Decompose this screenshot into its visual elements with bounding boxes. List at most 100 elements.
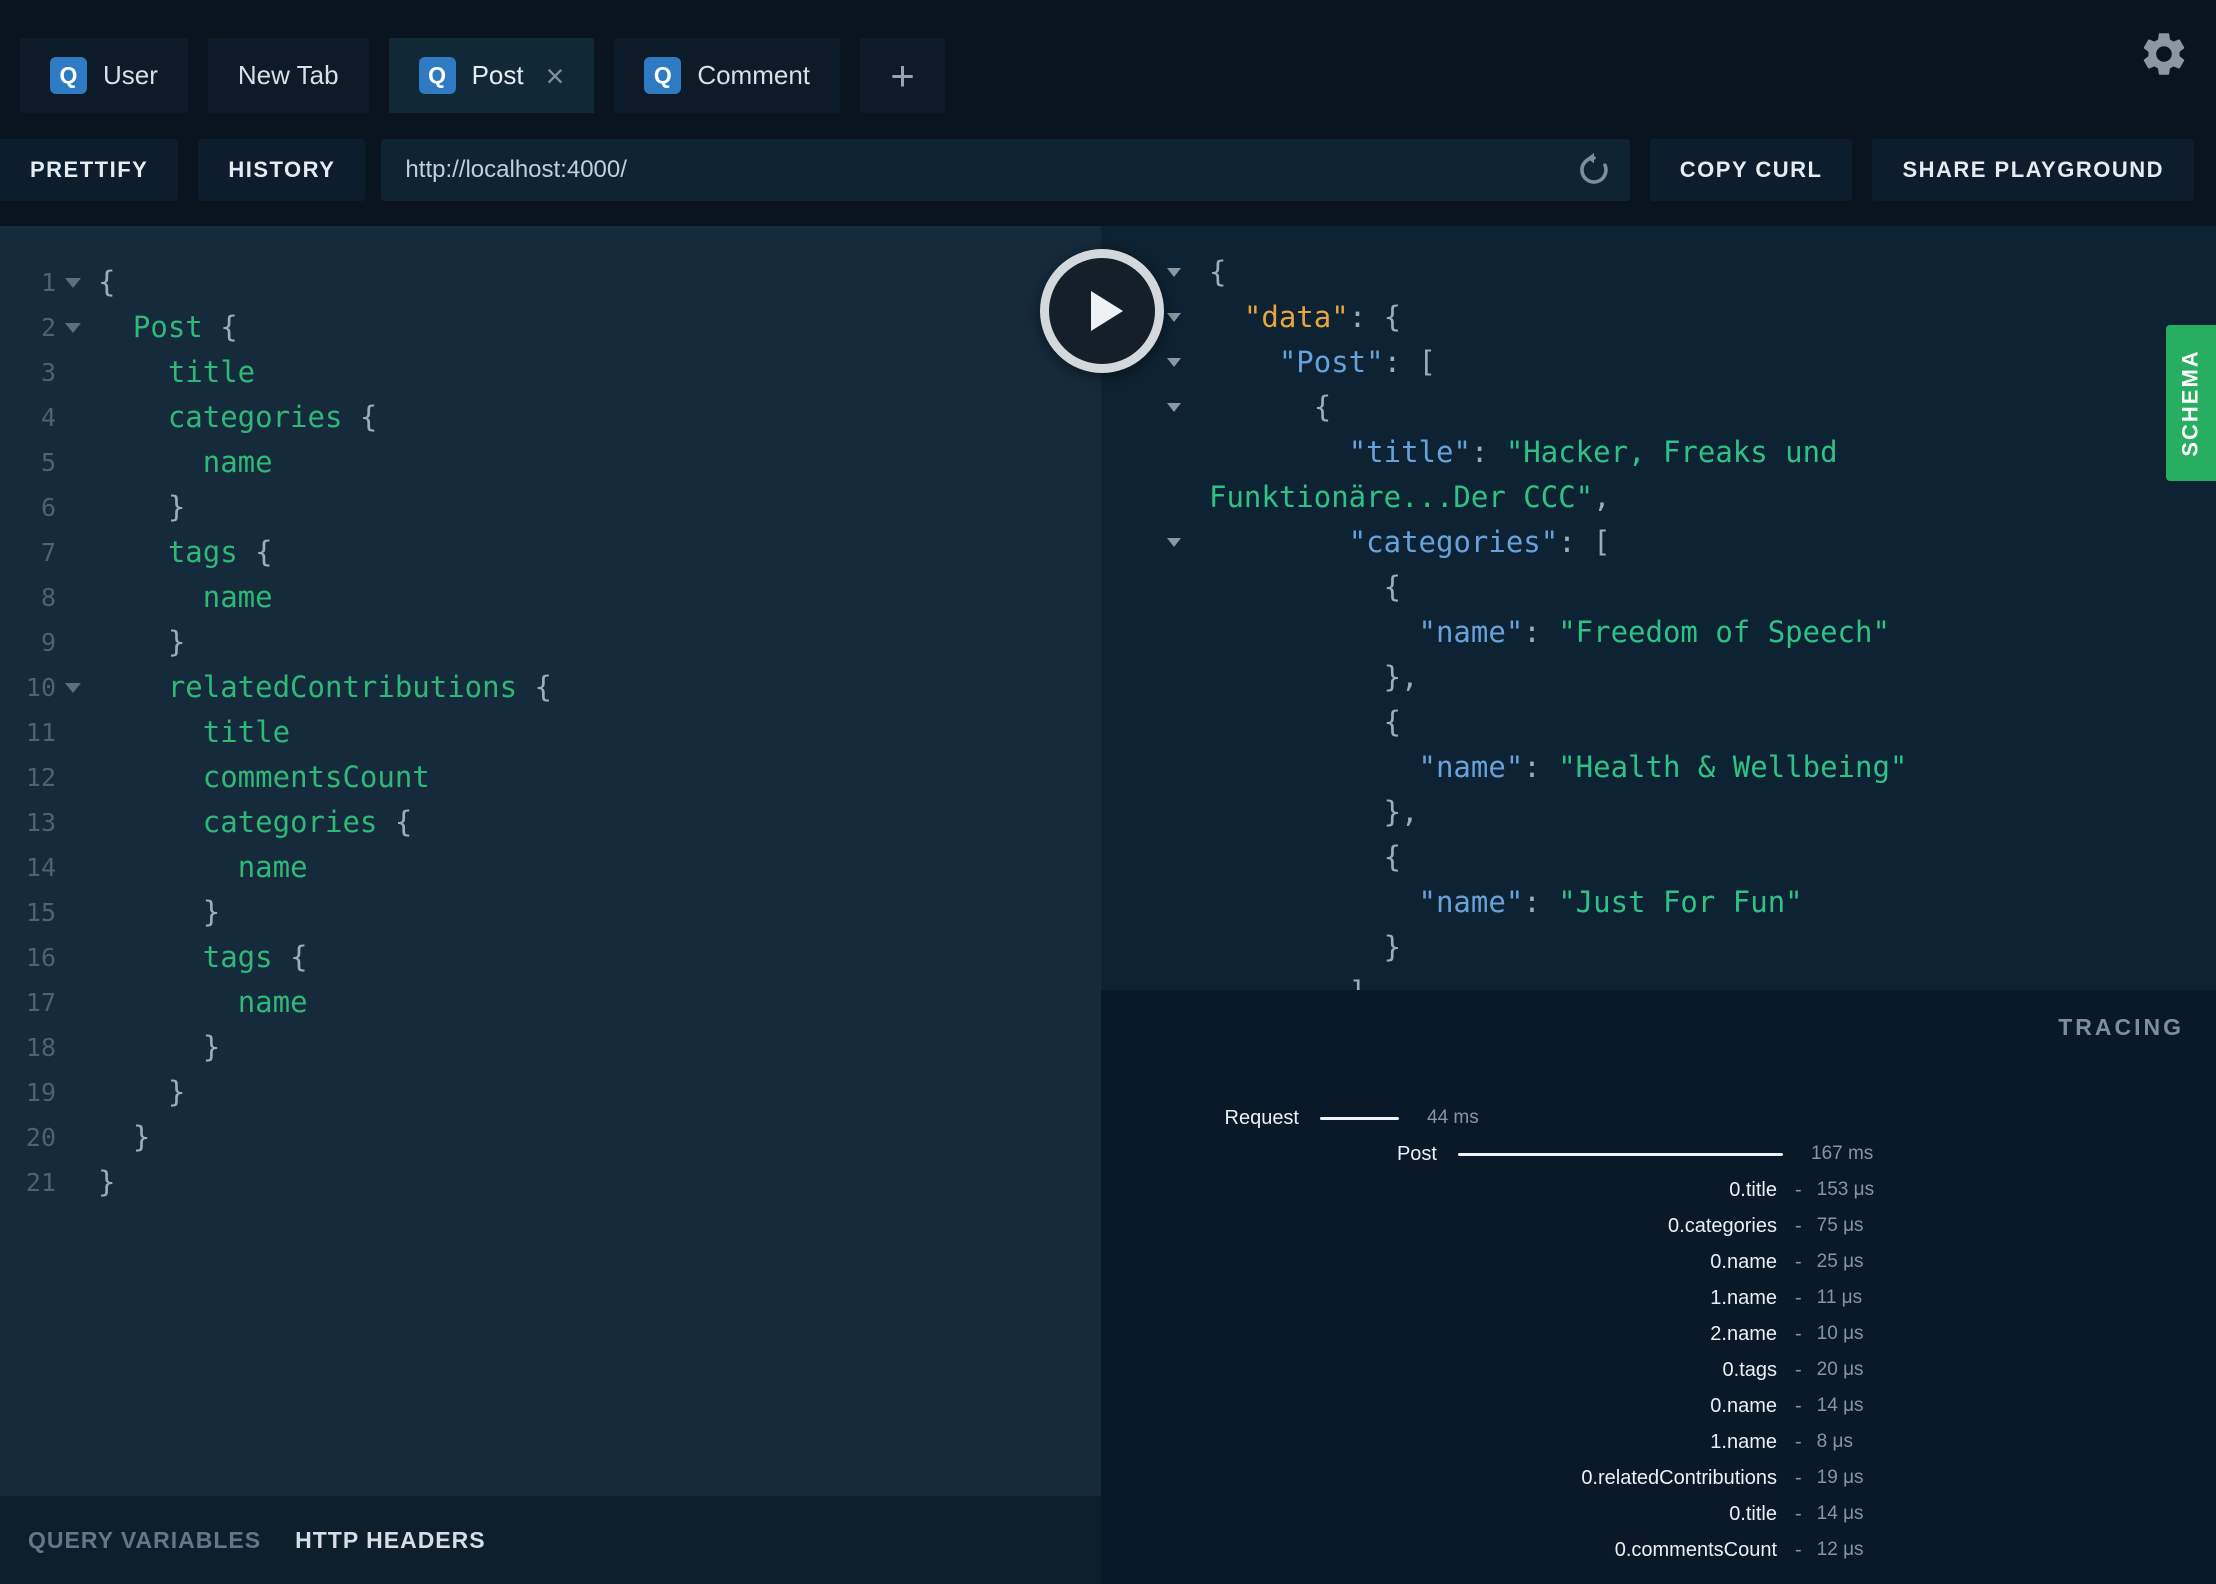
- toolbar: PRETTIFY HISTORY COPY CURL SHARE PLAYGRO…: [0, 113, 2216, 226]
- tracing-duration-value: 14 μs: [1816, 1503, 1864, 1524]
- query-line: 6 }: [0, 485, 1101, 530]
- token: "Health & Wellbeing": [1558, 750, 1908, 784]
- history-button[interactable]: HISTORY: [198, 138, 366, 201]
- line-number: 8: [40, 583, 56, 612]
- fold-arrow-icon[interactable]: [1101, 538, 1197, 547]
- fold-arrow-icon[interactable]: [56, 322, 90, 333]
- query-line: 8 name: [0, 575, 1101, 620]
- token: : [: [1383, 345, 1436, 379]
- token: tags: [167, 535, 238, 569]
- code-text: }: [90, 620, 185, 665]
- token: {: [377, 805, 413, 839]
- token: },: [1209, 660, 1419, 694]
- tab-post[interactable]: Q Post ×: [388, 38, 595, 113]
- tracing-span-name: 0.name: [1710, 1250, 1777, 1273]
- settings-gear-icon[interactable]: [2138, 28, 2190, 83]
- schema-tab-label: SCHEMA: [2178, 349, 2203, 457]
- fold-arrow-icon: [56, 728, 90, 738]
- fold-arrow-icon: [56, 593, 90, 603]
- token: "Post": [1278, 345, 1384, 379]
- tracing-row: 0.name -14 μs: [1101, 1388, 2216, 1424]
- token: {: [1209, 840, 1402, 874]
- fold-arrow-icon[interactable]: [56, 682, 90, 693]
- token: name: [237, 850, 308, 884]
- execute-button[interactable]: [1040, 249, 1164, 373]
- tracing-duration-value: 44 ms: [1427, 1107, 1479, 1128]
- tab-label: New Tab: [237, 60, 339, 90]
- tracing-span-name: 0.commentsCount: [1614, 1538, 1777, 1561]
- line-number: 19: [25, 1078, 56, 1107]
- tab-new-tab[interactable]: New Tab: [207, 38, 369, 113]
- http-headers-tab[interactable]: HTTP HEADERS: [295, 1527, 486, 1554]
- copy-curl-button[interactable]: COPY CURL: [1649, 138, 1853, 201]
- code-text: "data": {: [1197, 295, 1401, 340]
- tracing-duration-value: 10 μs: [1816, 1323, 1864, 1344]
- token: :: [1523, 615, 1559, 649]
- query-line: 11 title: [0, 710, 1101, 755]
- query-line: 21}: [0, 1160, 1101, 1205]
- query-line: 20 }: [0, 1115, 1101, 1160]
- response-pane: { "data": { "Post": [ { "title": "Hacker…: [1101, 226, 2216, 1584]
- triangle-down-icon: [1167, 313, 1181, 322]
- line-number: 9: [40, 628, 56, 657]
- fold-arrow-icon[interactable]: [56, 277, 90, 288]
- fold-arrow-icon: [1101, 763, 1197, 772]
- token: tags: [202, 940, 273, 974]
- query-code[interactable]: 1{2 Post {3 title 4 categories {5 name 6 }…: [0, 226, 1101, 1496]
- endpoint-url-input[interactable]: [381, 155, 1630, 184]
- prettify-button[interactable]: PRETTIFY: [0, 138, 179, 201]
- token: }: [1209, 930, 1402, 964]
- code-text: title: [90, 350, 255, 395]
- query-variables-tab[interactable]: QUERY VARIABLES: [28, 1527, 261, 1554]
- token: "name": [1418, 615, 1524, 649]
- token: "name": [1418, 750, 1524, 784]
- tracing-duration-bar: [1458, 1152, 1783, 1156]
- token: : [: [1558, 525, 1611, 559]
- tracing-duration-value: 153 μs: [1816, 1179, 1875, 1200]
- response-line: "categories": [: [1101, 520, 2216, 565]
- fold-arrow-icon: [56, 413, 90, 423]
- tracing-dash: -: [1795, 1178, 1802, 1201]
- line-number: 16: [25, 943, 56, 972]
- line-number: 3: [40, 358, 56, 387]
- tracing-duration-value: 20 μs: [1816, 1359, 1864, 1380]
- fold-arrow-icon[interactable]: [1101, 403, 1197, 412]
- line-number: 7: [40, 538, 56, 567]
- fold-arrow-icon: [56, 1133, 90, 1143]
- tracing-duration-value: 11 μs: [1816, 1287, 1863, 1308]
- query-editor-pane[interactable]: 1{2 Post {3 title 4 categories {5 name 6 }…: [0, 226, 1101, 1584]
- fold-arrow-icon: [1101, 898, 1197, 907]
- line-number: 4: [40, 403, 56, 432]
- tab-comment[interactable]: Q Comment: [614, 38, 841, 113]
- response-line: {: [1101, 565, 2216, 610]
- add-tab-button[interactable]: +: [860, 38, 946, 113]
- share-playground-button[interactable]: SHARE PLAYGROUND: [1872, 138, 2194, 201]
- token: commentsCount: [202, 760, 430, 794]
- close-tab-icon[interactable]: ×: [546, 60, 565, 92]
- response-json[interactable]: { "data": { "Post": [ { "title": "Hacker…: [1101, 226, 2216, 990]
- tracing-duration-value: 25 μs: [1816, 1251, 1864, 1272]
- token: :: [1523, 750, 1559, 784]
- query-line: 18 }: [0, 1025, 1101, 1070]
- tracing-dash: -: [1795, 1502, 1802, 1525]
- tracing-duration-value: 75 μs: [1816, 1215, 1864, 1236]
- query-line: 13 categories {: [0, 800, 1101, 845]
- fold-arrow-icon: [56, 548, 90, 558]
- code-text: "name": "Health & Wellbeing": [1197, 745, 1908, 790]
- tab-user[interactable]: Q User: [20, 38, 188, 113]
- line-number: 6: [40, 493, 56, 522]
- line-number: 18: [25, 1033, 56, 1062]
- fold-arrow-icon: [56, 368, 90, 378]
- query-line: 3 title: [0, 350, 1101, 395]
- refresh-icon[interactable]: [1576, 152, 1612, 193]
- schema-tab[interactable]: SCHEMA: [2166, 325, 2216, 481]
- token: "data": [1243, 300, 1349, 334]
- response-line: "Post": [: [1101, 340, 2216, 385]
- query-line: 16 tags {: [0, 935, 1101, 980]
- token: "Just For Fun": [1558, 885, 1803, 919]
